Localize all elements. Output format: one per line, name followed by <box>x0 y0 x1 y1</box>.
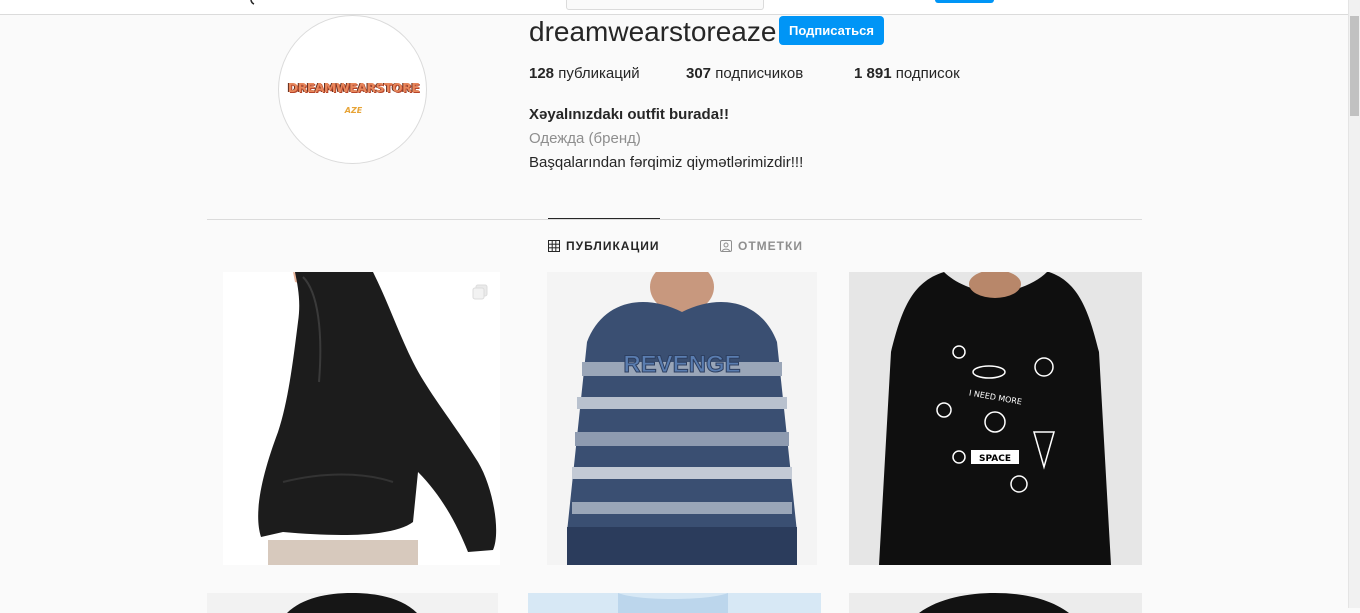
followers-stat[interactable]: 307 подписчиков <box>686 65 803 82</box>
post-thumbnail-5[interactable] <box>528 593 821 613</box>
login-button[interactable] <box>935 0 994 3</box>
tab-tagged[interactable]: ОТМЕТКИ <box>720 238 803 254</box>
instagram-logo-fragment[interactable] <box>246 0 270 8</box>
post-thumbnail-3[interactable]: I NEED MORE SPACE <box>849 272 1142 565</box>
avatar-logo-subtext: AZE <box>344 106 363 115</box>
bio-category: Одежда (бренд) <box>529 130 641 147</box>
post-image-space-hoodie: I NEED MORE SPACE <box>849 272 1142 565</box>
bio-name: Xəyalınızdakı outfit burada!! <box>529 106 730 123</box>
post-image-camo-hoodie: REVENGE <box>547 272 817 565</box>
scrollbar-thumb[interactable] <box>1350 16 1359 116</box>
followers-count: 307 <box>686 65 712 82</box>
tab-posts[interactable]: ПУБЛИКАЦИИ <box>548 238 659 254</box>
post-thumbnail-2[interactable]: REVENGE <box>547 272 817 565</box>
follow-button[interactable]: Подписаться <box>779 16 884 45</box>
post-graphic-text-2: SPACE <box>979 454 1011 464</box>
post-image-woman-hoodie <box>223 272 500 565</box>
following-label: подписок <box>895 65 960 82</box>
active-tab-indicator <box>548 218 660 219</box>
following-count: 1 891 <box>854 65 892 82</box>
posts-count: 128 <box>529 65 555 82</box>
profile-username: dreamwearstoreaze <box>529 16 777 47</box>
post-image-partial-6 <box>849 593 1142 613</box>
page-scrollbar[interactable] <box>1348 0 1360 608</box>
profile-avatar[interactable]: DREAMWEARSTORE AZE <box>278 15 427 164</box>
post-image-partial-5 <box>528 593 821 613</box>
followers-label: подписчиков <box>715 65 804 82</box>
post-image-partial-4 <box>207 593 498 613</box>
tab-tagged-label: ОТМЕТКИ <box>738 239 803 253</box>
post-thumbnail-4[interactable] <box>207 593 498 613</box>
tabs-divider <box>207 219 1142 220</box>
tab-posts-label: ПУБЛИКАЦИИ <box>566 239 660 253</box>
posts-stat: 128 публикаций <box>529 65 640 82</box>
grid-icon <box>548 240 560 252</box>
bio-text: Başqalarından fərqimiz qiymətlərimizdir!… <box>529 154 804 171</box>
posts-label: публикаций <box>558 65 640 82</box>
top-nav-bar <box>0 0 1349 15</box>
post-thumbnail-1[interactable] <box>223 272 500 565</box>
tagged-user-icon <box>720 240 732 252</box>
following-stat[interactable]: 1 891 подписок <box>854 65 960 82</box>
avatar-logo-text: DREAMWEARSTORE <box>287 80 420 95</box>
post-graphic-text: REVENGE <box>623 351 740 378</box>
search-input[interactable] <box>566 0 764 10</box>
multiple-photos-icon <box>472 284 488 300</box>
post-thumbnail-6[interactable] <box>849 593 1142 613</box>
